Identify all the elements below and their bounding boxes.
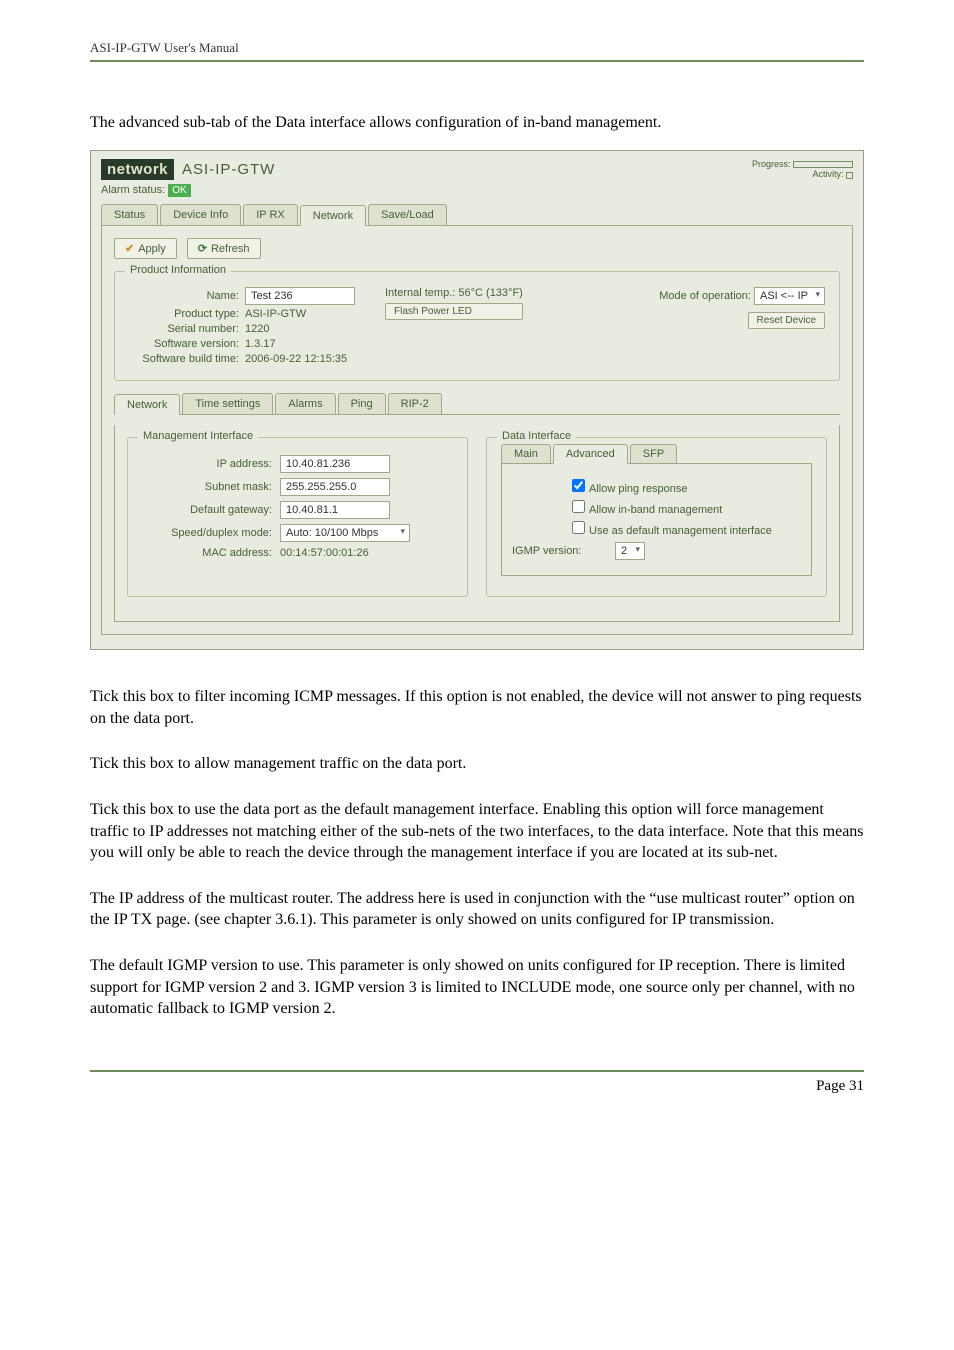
use-default-checkbox[interactable] [572, 521, 585, 534]
sw-label: Software version: [129, 338, 239, 350]
allow-inband-checkbox[interactable] [572, 500, 585, 513]
main-tab-strip: Status Device Info IP RX Network Save/Lo… [101, 204, 853, 226]
build-value: 2006-09-22 12:15:35 [245, 353, 347, 365]
flash-led-button[interactable]: Flash Power LED [385, 303, 523, 320]
data-if-legend: Data Interface [497, 430, 576, 442]
tab-device-info[interactable]: Device Info [160, 204, 241, 225]
reset-device-button[interactable]: Reset Device [748, 312, 825, 329]
alarm-status-badge: OK [168, 184, 190, 197]
speed-label: Speed/duplex mode: [142, 527, 272, 539]
tab-network[interactable]: Network [300, 205, 366, 226]
subtab-rip2[interactable]: RIP-2 [388, 393, 442, 414]
subtab-alarms[interactable]: Alarms [275, 393, 335, 414]
subtab-ping[interactable]: Ping [338, 393, 386, 414]
activity-indicator [846, 172, 853, 179]
brand-badge: network [101, 159, 174, 180]
subtab-network[interactable]: Network [114, 394, 180, 415]
tab-save-load[interactable]: Save/Load [368, 204, 447, 225]
name-input[interactable] [245, 287, 355, 305]
para-igmp: The default IGMP version to use. This pa… [90, 955, 864, 1020]
mode-label: Mode of operation: [659, 290, 751, 302]
apply-label: Apply [138, 243, 166, 255]
refresh-button[interactable]: ⟳ Refresh [187, 238, 261, 259]
refresh-icon: ⟳ [198, 242, 207, 255]
data-tab-main[interactable]: Main [501, 444, 551, 464]
para-allow-inband: Tick this box to allow management traffi… [90, 753, 864, 775]
temp-label: Internal temp.: [385, 287, 455, 299]
refresh-label: Refresh [211, 243, 250, 255]
manual-title: ASI-IP-GTW User's Manual [90, 40, 239, 55]
mac-value: 00:14:57:00:01:26 [280, 547, 369, 559]
speed-select[interactable]: Auto: 10/100 Mbps [280, 524, 410, 542]
allow-inband-label: Allow in-band management [589, 504, 722, 516]
name-label: Name: [129, 290, 239, 302]
ip-label: IP address: [142, 458, 272, 470]
mgmt-legend: Management Interface [138, 430, 258, 442]
page-header: ASI-IP-GTW User's Manual [90, 40, 864, 62]
page-number: Page 31 [816, 1078, 864, 1094]
para-allow-ping: Tick this box to filter incoming ICMP me… [90, 686, 864, 729]
alarm-label: Alarm status: [101, 184, 165, 196]
model-label: ASI-IP-GTW [182, 161, 275, 178]
check-icon: ✔ [125, 242, 134, 255]
allow-ping-label: Allow ping response [589, 483, 687, 495]
page-footer: Page 31 [90, 1070, 864, 1095]
sub-network-pane: Management Interface IP address: Subnet … [114, 425, 840, 622]
mgmt-interface-fieldset: Management Interface IP address: Subnet … [127, 437, 468, 597]
intro-paragraph: The advanced sub-tab of the Data interfa… [90, 112, 864, 134]
tab-ip-rx[interactable]: IP RX [243, 204, 298, 225]
igmp-select[interactable]: 2 [615, 542, 645, 560]
apply-button[interactable]: ✔ Apply [114, 238, 177, 259]
progress-label: Progress: [752, 159, 791, 169]
temp-value: 56°C (133°F) [458, 287, 522, 299]
allow-ping-checkbox[interactable] [572, 479, 585, 492]
activity-label: Activity: [812, 169, 843, 179]
igmp-label: IGMP version: [512, 545, 607, 557]
serial-label: Serial number: [129, 323, 239, 335]
gw-label: Default gateway: [142, 504, 272, 516]
network-pane: ✔ Apply ⟳ Refresh Product Information Name… [101, 226, 853, 635]
gw-input[interactable] [280, 501, 390, 519]
type-label: Product type: [129, 308, 239, 320]
subtab-time-settings[interactable]: Time settings [182, 393, 273, 414]
mac-label: MAC address: [142, 547, 272, 559]
mode-select[interactable]: ASI <-- IP [754, 287, 825, 305]
mask-input[interactable] [280, 478, 390, 496]
type-value: ASI-IP-GTW [245, 308, 306, 320]
build-label: Software build time: [129, 353, 239, 365]
mask-label: Subnet mask: [142, 481, 272, 493]
sw-value: 1.3.17 [245, 338, 276, 350]
tab-status[interactable]: Status [101, 204, 158, 225]
app-screenshot: network ASI-IP-GTW Progress: Activity: A… [90, 150, 864, 651]
use-default-label: Use as default management interface [589, 525, 772, 537]
product-info-legend: Product Information [125, 264, 231, 276]
data-interface-fieldset: Data Interface Main Advanced SFP Allow p… [486, 437, 827, 597]
serial-value: 1220 [245, 323, 269, 335]
data-tab-sfp[interactable]: SFP [630, 444, 677, 464]
data-tab-advanced[interactable]: Advanced [553, 444, 628, 464]
ip-input[interactable] [280, 455, 390, 473]
progress-bar [793, 161, 853, 168]
product-info-fieldset: Product Information Name: Product type:A… [114, 271, 840, 381]
para-use-default: Tick this box to use the data port as th… [90, 799, 864, 864]
para-multicast: The IP address of the multicast router. … [90, 888, 864, 931]
data-advanced-pane: Allow ping response Allow in-band manage… [501, 463, 812, 576]
sub-tab-strip: Network Time settings Alarms Ping RIP-2 [114, 393, 840, 415]
